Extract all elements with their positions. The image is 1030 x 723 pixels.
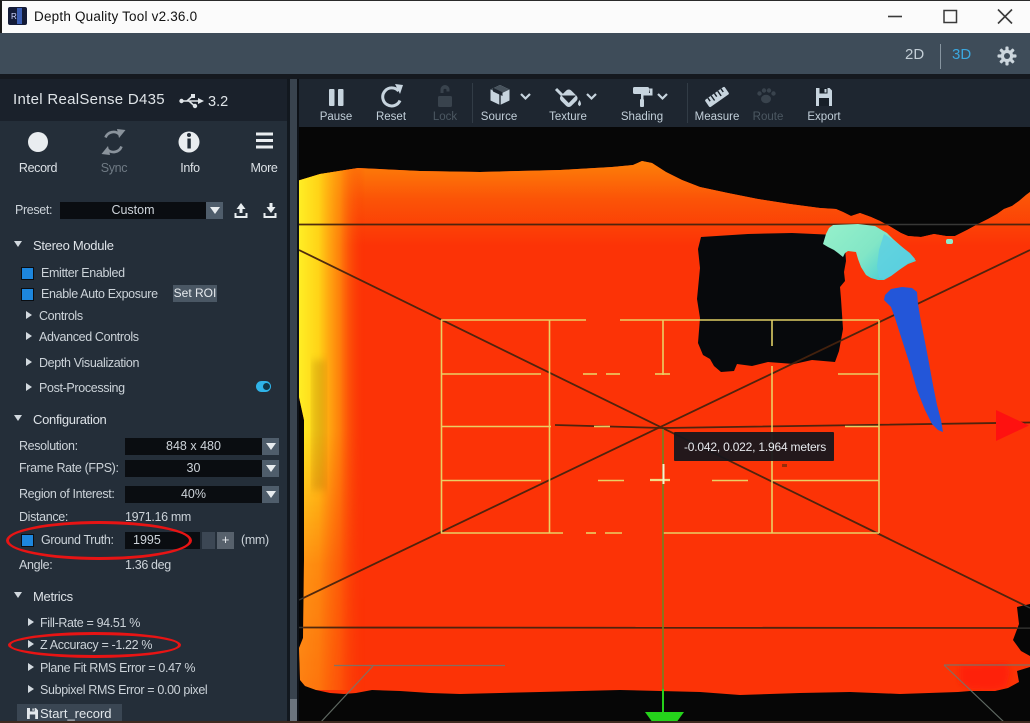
svg-text:-0.042, 0.022, 1.964 meters: -0.042, 0.022, 1.964 meters: [684, 440, 826, 454]
